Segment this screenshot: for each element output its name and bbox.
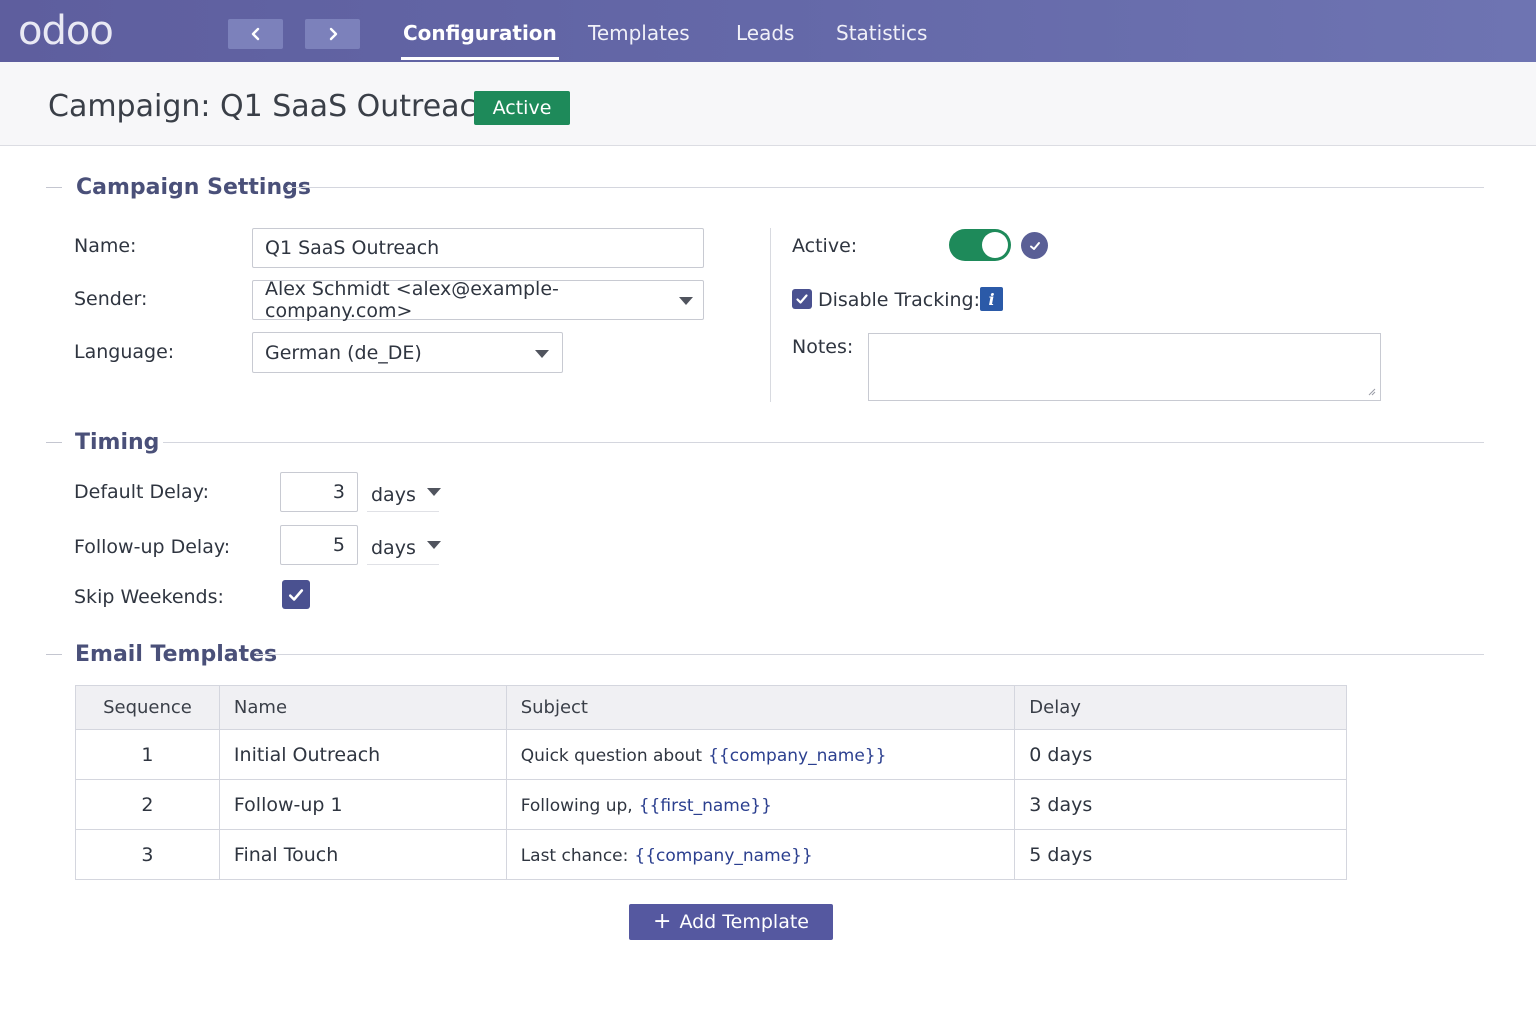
cell-delay: 3 days bbox=[1014, 779, 1347, 830]
followup-delay-unit-select[interactable]: days bbox=[367, 531, 441, 565]
language-select[interactable]: German (de_DE) bbox=[252, 332, 563, 373]
section-divider bbox=[163, 442, 1484, 443]
cell-name: Follow-up 1 bbox=[218, 779, 507, 830]
info-icon[interactable]: i bbox=[980, 287, 1003, 311]
default-delay-unit-select[interactable]: days bbox=[367, 478, 441, 512]
templates-table: Sequence Name Subject Delay 1 Initial Ou… bbox=[75, 685, 1347, 880]
forward-button[interactable] bbox=[305, 19, 360, 49]
followup-delay-label: Follow-up Delay: bbox=[74, 536, 231, 558]
subject-variable: {{company_name}} bbox=[708, 745, 887, 766]
sender-select[interactable]: Alex Schmidt <alex@example-company.com> bbox=[252, 278, 704, 322]
default-delay-value: 3 bbox=[332, 481, 345, 503]
chevron-left-icon bbox=[251, 27, 259, 41]
chevron-right-icon bbox=[329, 27, 337, 41]
add-template-button[interactable]: + Add Template bbox=[629, 904, 833, 940]
back-button[interactable] bbox=[228, 19, 283, 49]
skip-weekends-label: Skip Weekends: bbox=[74, 586, 224, 608]
cell-delay: 0 days bbox=[1014, 729, 1347, 780]
toggle-knob bbox=[982, 232, 1008, 258]
cell-sequence: 1 bbox=[75, 729, 220, 780]
tab-leads[interactable]: Leads bbox=[736, 20, 794, 46]
section-divider bbox=[46, 187, 62, 188]
tab-templates[interactable]: Templates bbox=[588, 20, 690, 46]
section-title-timing: Timing bbox=[75, 430, 160, 455]
chevron-down-icon bbox=[679, 297, 693, 305]
table-row[interactable]: 1 Initial Outreach Quick question about … bbox=[75, 729, 1347, 780]
disable-tracking-checkbox[interactable] bbox=[792, 289, 812, 309]
followup-delay-unit: days bbox=[371, 536, 416, 559]
language-select-value: German (de_DE) bbox=[265, 341, 422, 364]
default-delay-input[interactable]: 3 bbox=[280, 472, 358, 512]
tab-statistics[interactable]: Statistics bbox=[836, 20, 927, 46]
notes-label: Notes: bbox=[792, 336, 854, 358]
column-header-name[interactable]: Name bbox=[218, 685, 507, 730]
cell-subject: Last chance: {{company_name}} bbox=[505, 829, 1016, 880]
name-label: Name: bbox=[74, 235, 137, 257]
notes-textarea[interactable] bbox=[868, 333, 1381, 401]
cell-delay: 5 days bbox=[1014, 829, 1347, 880]
default-delay-label: Default Delay: bbox=[74, 481, 209, 503]
section-divider bbox=[46, 654, 62, 655]
section-title-email-templates: Email Templates bbox=[75, 642, 278, 667]
top-navbar: odoo Configuration Templates Leads Stati… bbox=[0, 0, 1536, 62]
section-divider bbox=[46, 442, 62, 443]
cell-name: Initial Outreach bbox=[218, 729, 507, 780]
subject-variable: {{company_name}} bbox=[634, 845, 813, 866]
checkmark-icon bbox=[796, 294, 808, 304]
resize-grip-icon[interactable] bbox=[1366, 386, 1376, 396]
app-logo[interactable]: odoo bbox=[18, 9, 114, 53]
column-header-sequence[interactable]: Sequence bbox=[75, 685, 220, 730]
plus-icon: + bbox=[653, 909, 672, 934]
subject-text: Quick question about bbox=[520, 745, 703, 766]
checkmark-icon bbox=[288, 588, 304, 601]
subject-text: Following up, bbox=[520, 795, 633, 816]
column-header-delay[interactable]: Delay bbox=[1014, 685, 1347, 730]
page-header: Campaign: Q1 SaaS Outreach Active bbox=[0, 62, 1536, 146]
disable-tracking-label: Disable Tracking: bbox=[818, 289, 981, 311]
name-input-value: Q1 SaaS Outreach bbox=[265, 237, 440, 259]
table-row[interactable]: 2 Follow-up 1 Following up, {{first_name… bbox=[75, 779, 1347, 830]
sender-label: Sender: bbox=[74, 288, 148, 310]
section-title-campaign-settings: Campaign Settings bbox=[76, 175, 311, 200]
active-label: Active: bbox=[792, 235, 858, 257]
chevron-down-icon bbox=[427, 541, 441, 549]
tab-configuration[interactable]: Configuration bbox=[401, 20, 559, 60]
followup-delay-value: 5 bbox=[332, 534, 345, 556]
followup-delay-input[interactable]: 5 bbox=[280, 525, 358, 565]
subject-text: Last chance: bbox=[520, 845, 629, 866]
subject-variable: {{first_name}} bbox=[638, 795, 772, 816]
active-toggle[interactable] bbox=[949, 229, 1011, 261]
section-divider bbox=[256, 654, 1484, 655]
column-header-subject[interactable]: Subject bbox=[505, 685, 1016, 730]
check-circle-icon bbox=[1021, 232, 1048, 259]
chevron-down-icon bbox=[427, 488, 441, 496]
cell-sequence: 2 bbox=[75, 779, 220, 830]
cell-sequence: 3 bbox=[75, 829, 220, 880]
page-title: Campaign: Q1 SaaS Outreach bbox=[48, 89, 496, 124]
default-delay-unit: days bbox=[371, 483, 416, 506]
chevron-down-icon bbox=[535, 350, 549, 358]
add-template-label: Add Template bbox=[679, 911, 809, 933]
status-badge: Active bbox=[474, 91, 570, 125]
cell-subject: Quick question about {{company_name}} bbox=[505, 729, 1016, 780]
table-header-row: Sequence Name Subject Delay bbox=[75, 685, 1347, 730]
table-row[interactable]: 3 Final Touch Last chance: {{company_nam… bbox=[75, 829, 1347, 880]
name-input[interactable]: Q1 SaaS Outreach bbox=[252, 228, 704, 268]
sender-select-value: Alex Schmidt <alex@example-company.com> bbox=[265, 278, 559, 322]
column-divider bbox=[770, 228, 771, 402]
cell-subject: Following up, {{first_name}} bbox=[505, 779, 1016, 830]
section-divider bbox=[286, 187, 1484, 188]
cell-name: Final Touch bbox=[218, 829, 507, 880]
skip-weekends-checkbox[interactable] bbox=[282, 580, 310, 609]
language-label: Language: bbox=[74, 341, 175, 363]
